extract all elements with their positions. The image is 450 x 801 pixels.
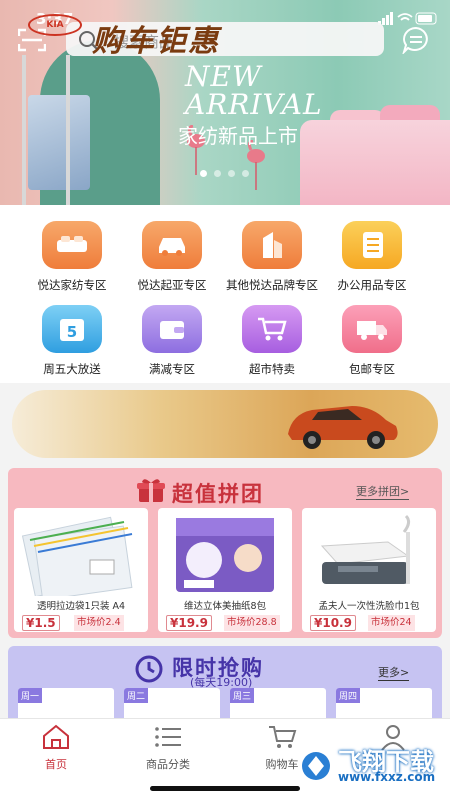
day-badge: 周四	[336, 688, 361, 703]
category-label: 其他悦达品牌专区	[226, 278, 318, 292]
calendar-icon: 5	[42, 305, 102, 353]
truck-icon	[342, 305, 402, 353]
category-label: 超市特卖	[249, 362, 295, 376]
brand-logo: KIA	[28, 14, 82, 36]
product-price: ¥10.9	[310, 615, 356, 631]
status-icons	[378, 12, 437, 25]
day-badge: 周三	[230, 688, 255, 703]
product-price: ¥19.9	[166, 615, 212, 631]
category-item[interactable]: 其他悦达品牌专区	[222, 221, 322, 293]
car-image	[288, 406, 398, 449]
banner-ladder	[22, 55, 70, 205]
category-grid: 悦达家纺专区 悦达起亚专区 其他悦达品牌专区 办公用品专区 5 周五大放送 满减…	[0, 205, 450, 383]
tab-home[interactable]: 首页	[16, 724, 96, 772]
product-card[interactable]: 透明拉边袋1只装 A4 ¥1.5 市场价2.4	[14, 508, 148, 632]
carousel-dot[interactable]	[228, 170, 235, 177]
carousel-dot[interactable]	[200, 170, 207, 177]
cart-icon	[269, 726, 297, 748]
carousel-dot[interactable]	[214, 170, 221, 177]
product-image	[21, 516, 133, 596]
car-icon	[142, 221, 202, 269]
product-image	[176, 518, 274, 592]
notebook-icon	[342, 221, 402, 269]
category-label: 悦达家纺专区	[37, 278, 107, 292]
market-price: 市场价24	[368, 615, 415, 631]
watermark-url: www.fxxz.com	[338, 770, 436, 784]
clock-icon	[135, 655, 163, 683]
tab-label: 商品分类	[146, 758, 190, 771]
cart-icon	[242, 305, 302, 353]
market-price: 市场价2.4	[74, 615, 124, 631]
product-name: 透明拉边袋1只装 A4	[36, 601, 126, 612]
home-icon	[43, 724, 69, 749]
category-label: 悦达起亚专区	[137, 278, 207, 292]
category-label: 办公用品专区	[337, 278, 407, 292]
banner-subtitle: 家纺新品上市	[178, 124, 298, 148]
category-label: 包邮专区	[349, 362, 395, 376]
product-price: ¥1.5	[22, 615, 60, 631]
category-item[interactable]: 悦达家纺专区	[22, 221, 122, 293]
banner-headline: ARRIVAL	[185, 88, 323, 121]
group-buy-title: 超值拼团	[172, 482, 264, 506]
product-card[interactable]: 孟夫人一次性洗脸巾1包 ¥10.9 市场价24	[302, 508, 436, 632]
bed-icon	[42, 221, 102, 269]
group-buy-more-link[interactable]: 更多拼团>	[356, 483, 410, 500]
wallet-icon	[142, 305, 202, 353]
category-item[interactable]: 满减专区	[122, 305, 222, 377]
market-price: 市场价28.8	[224, 615, 280, 631]
day-badge: 周二	[124, 688, 149, 703]
tab-categories[interactable]: 商品分类	[128, 724, 208, 772]
svg-text:5: 5	[67, 323, 77, 341]
list-icon	[155, 727, 181, 747]
gift-icon	[137, 479, 165, 502]
category-item[interactable]: 超市特卖	[222, 305, 322, 377]
flash-sale-more-link[interactable]: 更多>	[378, 664, 410, 681]
building-icon	[242, 221, 302, 269]
carousel-dot[interactable]	[242, 170, 249, 177]
promo-text: 购车钜惠	[92, 24, 220, 59]
banner-bed	[300, 120, 450, 205]
tab-label: 首页	[45, 758, 67, 771]
home-indicator	[150, 786, 300, 791]
category-item[interactable]: 办公用品专区	[322, 221, 422, 293]
product-name: 孟夫人一次性洗脸巾1包	[318, 601, 420, 612]
message-icon[interactable]	[402, 26, 430, 54]
product-card[interactable]: 维达立体美抽纸8包 ¥19.9 市场价28.8	[158, 508, 292, 632]
day-badge: 周一	[18, 688, 43, 703]
category-label: 周五大放送	[43, 362, 101, 376]
category-item[interactable]: 悦达起亚专区	[122, 221, 222, 293]
wifi-icon	[397, 13, 413, 21]
category-item[interactable]: 包邮专区	[322, 305, 422, 377]
category-label: 满减专区	[149, 362, 195, 376]
product-name: 维达立体美抽纸8包	[183, 601, 267, 612]
product-image	[320, 514, 411, 584]
category-item[interactable]: 5 周五大放送	[22, 305, 122, 377]
